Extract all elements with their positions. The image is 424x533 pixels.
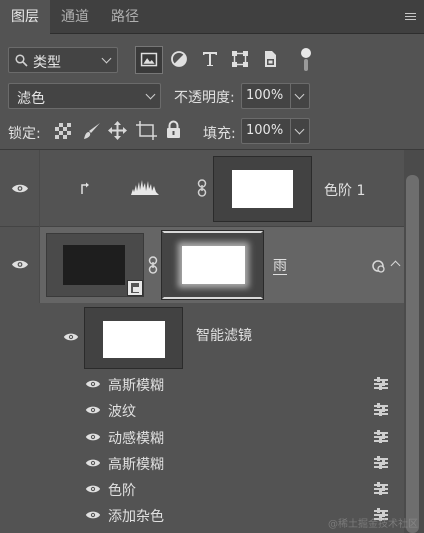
panel-tab-bar: 图层 通道 路径 bbox=[0, 0, 424, 35]
opacity-field[interactable]: 100% bbox=[241, 83, 310, 109]
blending-options-icon[interactable] bbox=[374, 403, 388, 416]
lock-all-icon[interactable] bbox=[166, 120, 181, 139]
smart-object-thumbnail[interactable] bbox=[46, 233, 144, 297]
filter-name: 波纹 bbox=[108, 404, 136, 420]
tab-layers[interactable]: 图层 bbox=[0, 0, 50, 35]
smart-object-badge-icon bbox=[127, 280, 143, 296]
blending-options-icon[interactable] bbox=[374, 377, 388, 390]
chevron-down-icon bbox=[101, 53, 112, 64]
visibility-eye-icon[interactable] bbox=[85, 458, 101, 468]
watermark: @稀土掘金技术社区 bbox=[328, 519, 418, 530]
filter-name: 动感模糊 bbox=[108, 431, 164, 447]
type-layer-filter-icon[interactable] bbox=[201, 50, 219, 68]
filter-name: 添加杂色 bbox=[108, 509, 164, 525]
blending-options-icon[interactable] bbox=[374, 430, 388, 443]
filter-type-label: 类型 bbox=[33, 55, 61, 71]
filter-item[interactable]: 高斯模糊 bbox=[0, 450, 404, 475]
lock-image-pixels-icon[interactable] bbox=[82, 121, 102, 141]
smart-filters-label: 智能滤镜 bbox=[196, 328, 252, 344]
lock-label: 锁定: bbox=[8, 126, 41, 142]
fill-value: 100% bbox=[246, 123, 284, 138]
filter-item[interactable]: 高斯模糊 bbox=[0, 371, 404, 396]
blend-mode-value: 滤色 bbox=[17, 91, 45, 107]
blending-options-icon[interactable] bbox=[374, 482, 388, 495]
divider bbox=[290, 84, 291, 108]
filter-name: 高斯模糊 bbox=[108, 457, 164, 473]
layer-name[interactable]: 雨 bbox=[273, 255, 293, 275]
filter-name: 高斯模糊 bbox=[108, 378, 164, 394]
rain-texture-preview bbox=[63, 245, 125, 285]
filter-type-dropdown[interactable]: 类型 bbox=[8, 47, 118, 73]
filter-item[interactable]: 波纹 bbox=[0, 397, 404, 422]
smart-object-filter-icon[interactable] bbox=[261, 50, 279, 68]
visibility-eye-icon[interactable] bbox=[11, 183, 29, 194]
tab-channels[interactable]: 通道 bbox=[50, 0, 100, 34]
layer-mask-thumbnail[interactable] bbox=[161, 230, 264, 300]
shape-layer-filter-icon[interactable] bbox=[231, 50, 249, 68]
visibility-eye-icon[interactable] bbox=[85, 379, 101, 389]
opacity-value: 100% bbox=[246, 88, 284, 103]
filter-list: 高斯模糊 波纹 动感模糊 高斯模糊 色阶 添加杂色 bbox=[0, 371, 404, 531]
layer-row-levels[interactable]: 色阶 1 bbox=[0, 150, 404, 227]
filter-item[interactable]: 色阶 bbox=[0, 476, 404, 501]
smart-filter-visibility-icon[interactable] bbox=[371, 259, 385, 273]
visibility-eye-icon[interactable] bbox=[11, 259, 29, 270]
filter-name: 色阶 bbox=[108, 483, 136, 499]
blending-options-icon[interactable] bbox=[374, 456, 388, 469]
smart-filters-row[interactable]: 智能滤镜 bbox=[0, 303, 404, 370]
clipping-arrow-icon bbox=[81, 182, 89, 194]
filter-icons-group bbox=[133, 43, 323, 77]
chevron-down-icon bbox=[294, 124, 305, 135]
visibility-eye-icon[interactable] bbox=[85, 484, 101, 494]
divider bbox=[290, 119, 291, 143]
layers-scrollbar-thumb[interactable] bbox=[406, 175, 419, 533]
opacity-label: 不透明度: bbox=[174, 90, 235, 106]
fill-field[interactable]: 100% bbox=[241, 118, 310, 144]
mask-white-area bbox=[103, 321, 165, 358]
collapse-chevron-icon[interactable] bbox=[390, 260, 401, 271]
filter-item[interactable]: 动感模糊 bbox=[0, 424, 404, 449]
fill-label: 填充: bbox=[203, 126, 236, 142]
adjustment-layer-filter-icon[interactable] bbox=[170, 50, 188, 68]
search-icon bbox=[15, 54, 28, 67]
blend-mode-dropdown[interactable]: 滤色 bbox=[8, 83, 161, 109]
lock-artboard-icon[interactable] bbox=[136, 121, 157, 140]
mask-white-area bbox=[182, 246, 245, 284]
chevron-down-icon bbox=[145, 89, 156, 100]
visibility-eye-icon[interactable] bbox=[63, 332, 79, 342]
link-chain-icon[interactable] bbox=[148, 256, 158, 274]
lock-transparent-pixels-icon[interactable] bbox=[55, 123, 71, 139]
smart-filter-mask-thumbnail[interactable] bbox=[84, 307, 183, 369]
visibility-eye-icon[interactable] bbox=[85, 510, 101, 520]
link-chain-icon[interactable] bbox=[197, 179, 207, 197]
levels-histogram-icon bbox=[131, 180, 159, 195]
lock-position-icon[interactable] bbox=[107, 120, 128, 141]
filter-toggle-icon[interactable] bbox=[299, 46, 313, 72]
visibility-eye-icon[interactable] bbox=[85, 405, 101, 415]
mask-white-area bbox=[232, 170, 293, 208]
visibility-eye-icon[interactable] bbox=[85, 432, 101, 442]
layer-mask-thumbnail[interactable] bbox=[213, 156, 312, 222]
layer-row-rain[interactable]: 雨 bbox=[0, 227, 404, 303]
pixel-layer-filter-icon[interactable] bbox=[135, 46, 163, 74]
panel-menu-icon[interactable] bbox=[405, 13, 416, 22]
layer-name[interactable]: 色阶 1 bbox=[324, 180, 365, 200]
tab-paths[interactable]: 路径 bbox=[100, 0, 150, 34]
chevron-down-icon bbox=[294, 89, 305, 100]
